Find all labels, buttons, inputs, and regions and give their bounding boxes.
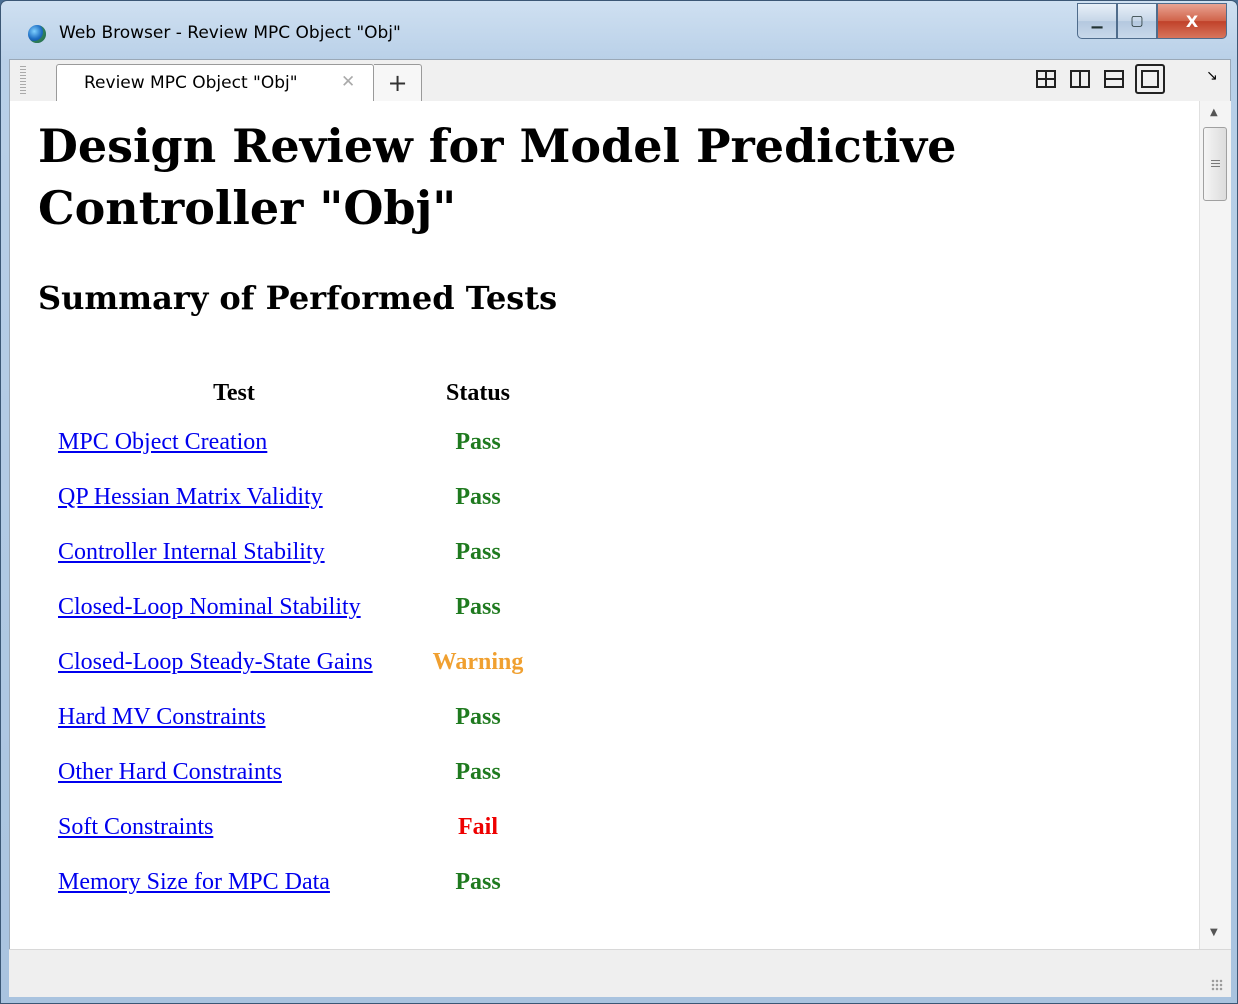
page-subtitle: Summary of Performed Tests — [38, 279, 558, 317]
window-title: Web Browser - Review MPC Object "Obj" — [59, 23, 401, 43]
new-tab-button[interactable]: + — [374, 64, 422, 102]
minimize-button[interactable]: ▁ — [1077, 3, 1117, 39]
status-pass: Pass — [455, 869, 501, 895]
test-link[interactable]: Soft Constraints — [58, 814, 213, 840]
status-pass: Pass — [455, 759, 501, 785]
layout-buttons — [1033, 64, 1165, 94]
globe-icon — [28, 25, 46, 43]
test-link[interactable]: Memory Size for MPC Data — [58, 869, 330, 895]
scroll-down-icon[interactable]: ▼ — [1210, 927, 1218, 938]
close-icon: X — [1185, 11, 1199, 31]
maximize-icon: ▢ — [1130, 13, 1144, 29]
table-row: Memory Size for MPC Data Pass — [54, 855, 542, 910]
status-pass: Pass — [455, 484, 501, 510]
tests-table: Test Status MPC Object Creation Pass QP … — [54, 371, 542, 910]
status-pass: Pass — [455, 704, 501, 730]
status-pass: Pass — [455, 594, 501, 620]
tab-close-icon[interactable]: ✕ — [341, 72, 355, 92]
page-content: Design Review for Model Predictive Contr… — [9, 101, 1199, 949]
table-row: Other Hard Constraints Pass — [54, 745, 542, 800]
scroll-up-icon[interactable]: ▲ — [1210, 107, 1218, 118]
column-header-status: Status — [445, 379, 511, 406]
tab-review-mpc[interactable]: Review MPC Object "Obj" ✕ — [56, 64, 374, 102]
table-row: Controller Internal Stability Pass — [54, 525, 542, 580]
grid-2x2-icon[interactable] — [1033, 66, 1059, 92]
tab-menu-icon[interactable]: ↘ — [1206, 68, 1218, 84]
table-row: Closed-Loop Nominal Stability Pass — [54, 580, 542, 635]
tab-label: Review MPC Object "Obj" — [84, 73, 298, 93]
test-link[interactable]: QP Hessian Matrix Validity — [58, 484, 323, 510]
window-controls: ▁ ▢ X — [1077, 3, 1227, 39]
browser-window: Web Browser - Review MPC Object "Obj" ▁ … — [0, 0, 1238, 1004]
test-link[interactable]: Hard MV Constraints — [58, 704, 266, 730]
table-row: QP Hessian Matrix Validity Pass — [54, 470, 542, 525]
test-link[interactable]: Closed-Loop Nominal Stability — [58, 594, 361, 620]
resize-grip-icon[interactable] — [1211, 979, 1223, 991]
table-row: Soft Constraints Fail — [54, 800, 542, 855]
close-button[interactable]: X — [1157, 3, 1227, 39]
test-link[interactable]: Other Hard Constraints — [58, 759, 282, 785]
page-title: Design Review for Model Predictive Contr… — [38, 119, 957, 235]
status-pass: Pass — [455, 429, 501, 455]
vertical-scrollbar[interactable]: ▲ ▼ — [1199, 101, 1231, 949]
scroll-thumb[interactable] — [1203, 127, 1227, 201]
single-pane-icon[interactable] — [1135, 64, 1165, 94]
table-row: Hard MV Constraints Pass — [54, 690, 542, 745]
test-link[interactable]: MPC Object Creation — [58, 429, 267, 455]
test-link[interactable]: Controller Internal Stability — [58, 539, 325, 565]
status-bar — [9, 949, 1231, 997]
table-row: Closed-Loop Steady-State Gains Warning — [54, 635, 542, 690]
status-warning: Warning — [432, 649, 524, 675]
table-header-row: Test Status — [54, 371, 542, 415]
split-horizontal-icon[interactable] — [1101, 66, 1127, 92]
table-row: MPC Object Creation Pass — [54, 415, 542, 470]
title-bar[interactable]: Web Browser - Review MPC Object "Obj" ▁ … — [1, 1, 1237, 59]
split-vertical-icon[interactable] — [1067, 66, 1093, 92]
minimize-icon: ▁ — [1091, 13, 1103, 29]
status-pass: Pass — [455, 539, 501, 565]
status-fail: Fail — [458, 814, 498, 840]
maximize-button[interactable]: ▢ — [1117, 3, 1157, 39]
column-header-test: Test — [213, 379, 255, 406]
test-link[interactable]: Closed-Loop Steady-State Gains — [58, 649, 373, 675]
thumb-grip-icon — [1211, 160, 1220, 169]
toolbar-grip-icon[interactable] — [20, 66, 26, 96]
tab-strip: Review MPC Object "Obj" ✕ + ↘ — [9, 59, 1231, 102]
